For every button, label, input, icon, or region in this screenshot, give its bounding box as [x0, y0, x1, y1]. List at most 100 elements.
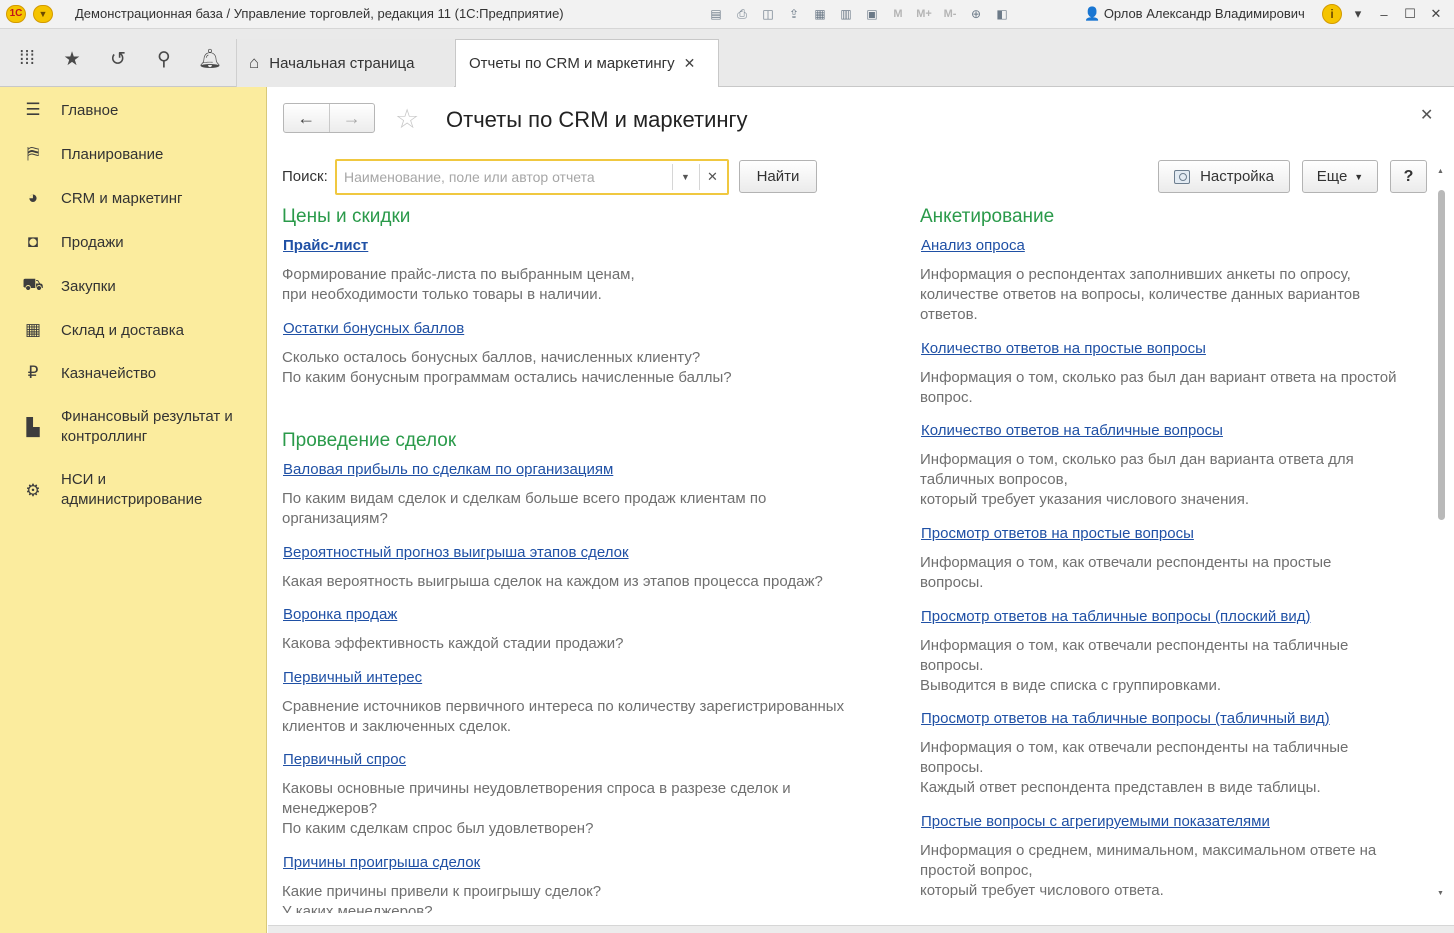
main-menu-icon[interactable]: ▼ [33, 5, 53, 23]
report-link[interactable]: Простые вопросы с агрегируемыми показате… [921, 813, 1270, 830]
history-icon[interactable]: ↺ [105, 47, 131, 71]
sidebar-item-planning[interactable]: ⛿ Планирование [0, 143, 267, 167]
report-link[interactable]: Воронка продаж [283, 606, 397, 623]
cart-icon: ⛟ [22, 275, 44, 294]
report-link[interactable]: Просмотр ответов на табличные вопросы (п… [921, 608, 1311, 625]
setup-button[interactable]: Настройка [1158, 160, 1290, 193]
gear-icon: ⚙ [25, 481, 41, 500]
window-controls: ▾ – ☐ ✕ [1346, 3, 1448, 25]
zoom-icon[interactable]: ⊕ [965, 4, 987, 24]
bell-icon[interactable]: 🔔︎ [197, 47, 223, 71]
panels-icon[interactable]: ◧ [991, 4, 1013, 24]
favorite-star-icon[interactable]: ☆ [395, 104, 419, 134]
report-link[interactable]: Валовая прибыль по сделкам по организаци… [283, 461, 613, 478]
window-menu-icon[interactable]: ▾ [1346, 3, 1370, 25]
forward-arrow-icon[interactable]: → [328, 104, 375, 132]
bar-chart-icon: ▙ [26, 418, 40, 437]
more-button-label: Еще [1316, 168, 1348, 185]
search-input[interactable] [344, 166, 666, 188]
search-icon[interactable]: ⚲ [151, 47, 177, 71]
section-title: Проведение сделок [282, 430, 457, 451]
tab-crm-reports[interactable]: Отчеты по CRM и маркетингу ✕ [455, 39, 719, 87]
scroll-up-icon[interactable]: ▲ [1437, 168, 1444, 175]
sidebar-item-admin[interactable]: ⚙ НСИ и администрирование [0, 470, 267, 512]
memory-plus-icon[interactable]: M+ [913, 4, 935, 24]
report-description: Информация о том, как отвечали респонден… [920, 637, 1349, 694]
search-label: Поиск: [282, 168, 328, 185]
save-icon[interactable]: ▤ [705, 4, 727, 24]
upload-icon[interactable]: ⇪ [783, 4, 805, 24]
close-form-icon[interactable]: ✕ [1420, 105, 1433, 125]
dropdown-icon[interactable]: ▼ [672, 164, 698, 190]
reports-list: Цены и скидки Прайс-лист Формирование пр… [268, 200, 1434, 913]
sidebar-item-label: НСИ и администрирование [61, 471, 203, 508]
sidebar-item-finance[interactable]: ▙ Финансовый результат и контроллинг [0, 407, 267, 449]
sidebar-item-main[interactable]: ☰ Главное [0, 99, 267, 123]
section-title: Анкетирование [920, 206, 1055, 227]
report-description: Каковы основные причины неудовлетворения… [282, 780, 791, 837]
find-button[interactable]: Найти [739, 160, 817, 193]
sidebar-item-label: Финансовый результат и контроллинг [61, 408, 233, 445]
sidebar-item-label: Планирование [61, 146, 164, 163]
document-icon[interactable]: ▦ [809, 4, 831, 24]
section-panel: ⁞⁞⁞ ★ ↺ ⚲ 🔔︎ ⌂ Начальная страница Отчеты… [0, 29, 1454, 87]
section-title: Цены и скидки [282, 206, 411, 227]
report-link[interactable]: Первичный интерес [283, 669, 422, 686]
setup-button-label: Настройка [1200, 168, 1274, 185]
user-name: Орлов Александр Владимирович [1103, 6, 1305, 21]
memory-icon[interactable]: M [887, 4, 909, 24]
print-icon[interactable]: ⎙ [731, 4, 753, 24]
sidebar-item-label: Казначейство [61, 365, 157, 382]
info-icon[interactable]: i [1322, 4, 1342, 24]
report-description: Формирование прайс-листа по выбранным це… [282, 266, 635, 303]
calendar-icon[interactable]: ▣ [861, 4, 883, 24]
tab-home-label: Начальная страница [269, 54, 415, 72]
report-link[interactable]: Прайс-лист [283, 237, 368, 254]
chevron-down-icon: ▼ [1354, 171, 1364, 182]
sidebar-item-purchases[interactable]: ⛟ Закупки [0, 275, 267, 299]
maximize-icon[interactable]: ☐ [1398, 3, 1422, 25]
apps-grid-icon[interactable]: ⁞⁞⁞ [14, 47, 40, 71]
scroll-down-icon[interactable]: ▼ [1437, 890, 1444, 897]
vertical-scrollbar[interactable]: ▲ ▼ [1436, 168, 1449, 908]
sidebar-item-warehouse[interactable]: ▦ Склад и доставка [0, 319, 267, 343]
planning-icon: ⛿ [26, 144, 40, 163]
report-link[interactable]: Вероятностный прогноз выигрыша этапов сд… [283, 544, 629, 561]
report-description: Информация о том, как отвечали респонден… [920, 554, 1332, 591]
close-tab-icon[interactable]: ✕ [684, 55, 696, 72]
report-link[interactable]: Первичный спрос [283, 751, 406, 768]
preview-icon[interactable]: ◫ [757, 4, 779, 24]
sidebar-item-crm[interactable]: ◕ CRM и маркетинг [0, 187, 267, 211]
calculator-icon[interactable]: ▥ [835, 4, 857, 24]
report-link[interactable]: Остатки бонусных баллов [283, 320, 464, 337]
report-description: Какая вероятность выигрыша сделок на каж… [282, 573, 823, 590]
back-arrow-icon[interactable]: ← [284, 104, 329, 132]
clear-icon[interactable]: ✕ [699, 164, 725, 190]
sidebar-item-sales[interactable]: ◘ Продажи [0, 231, 267, 255]
tab-home[interactable]: ⌂ Начальная страница [236, 39, 454, 87]
tab-crm-reports-label: Отчеты по CRM и маркетингу [469, 55, 675, 72]
close-window-icon[interactable]: ✕ [1424, 3, 1448, 25]
sidebar: ☰ Главное ⛿ Планирование ◕ CRM и маркети… [0, 87, 267, 933]
help-button[interactable]: ? [1390, 160, 1427, 193]
titlebar-toolbar: ▤ ⎙ ◫ ⇪ ▦ ▥ ▣ M M+ M- ⊕ ◧ [705, 4, 1013, 24]
minimize-icon[interactable]: – [1372, 3, 1396, 25]
pie-chart-icon: ◕ [27, 188, 39, 207]
memory-minus-icon[interactable]: M- [939, 4, 961, 24]
favorites-star-icon[interactable]: ★ [59, 47, 85, 71]
current-user[interactable]: 👤 Орлов Александр Владимирович [1084, 6, 1305, 22]
report-link[interactable]: Количество ответов на простые вопросы [921, 340, 1206, 357]
search-field: ▼ ✕ [335, 159, 729, 195]
sidebar-item-treasury[interactable]: ₽ Казначейство [0, 362, 267, 386]
report-description: Информация о среднем, минимальном, макси… [920, 842, 1377, 899]
window-title: Демонстрационная база / Управление торго… [75, 6, 564, 21]
report-link[interactable]: Анализ опроса [921, 237, 1025, 254]
report-link[interactable]: Количество ответов на табличные вопросы [921, 422, 1223, 439]
scrollbar-thumb[interactable] [1438, 190, 1445, 520]
report-link[interactable]: Причины проигрыша сделок [283, 854, 480, 871]
more-button[interactable]: Еще ▼ [1302, 160, 1378, 193]
status-strip [268, 925, 1454, 933]
report-link[interactable]: Просмотр ответов на табличные вопросы (т… [921, 710, 1330, 727]
report-link[interactable]: Просмотр ответов на простые вопросы [921, 525, 1194, 542]
report-description: Информация о респондентах заполнивших ан… [920, 266, 1361, 323]
